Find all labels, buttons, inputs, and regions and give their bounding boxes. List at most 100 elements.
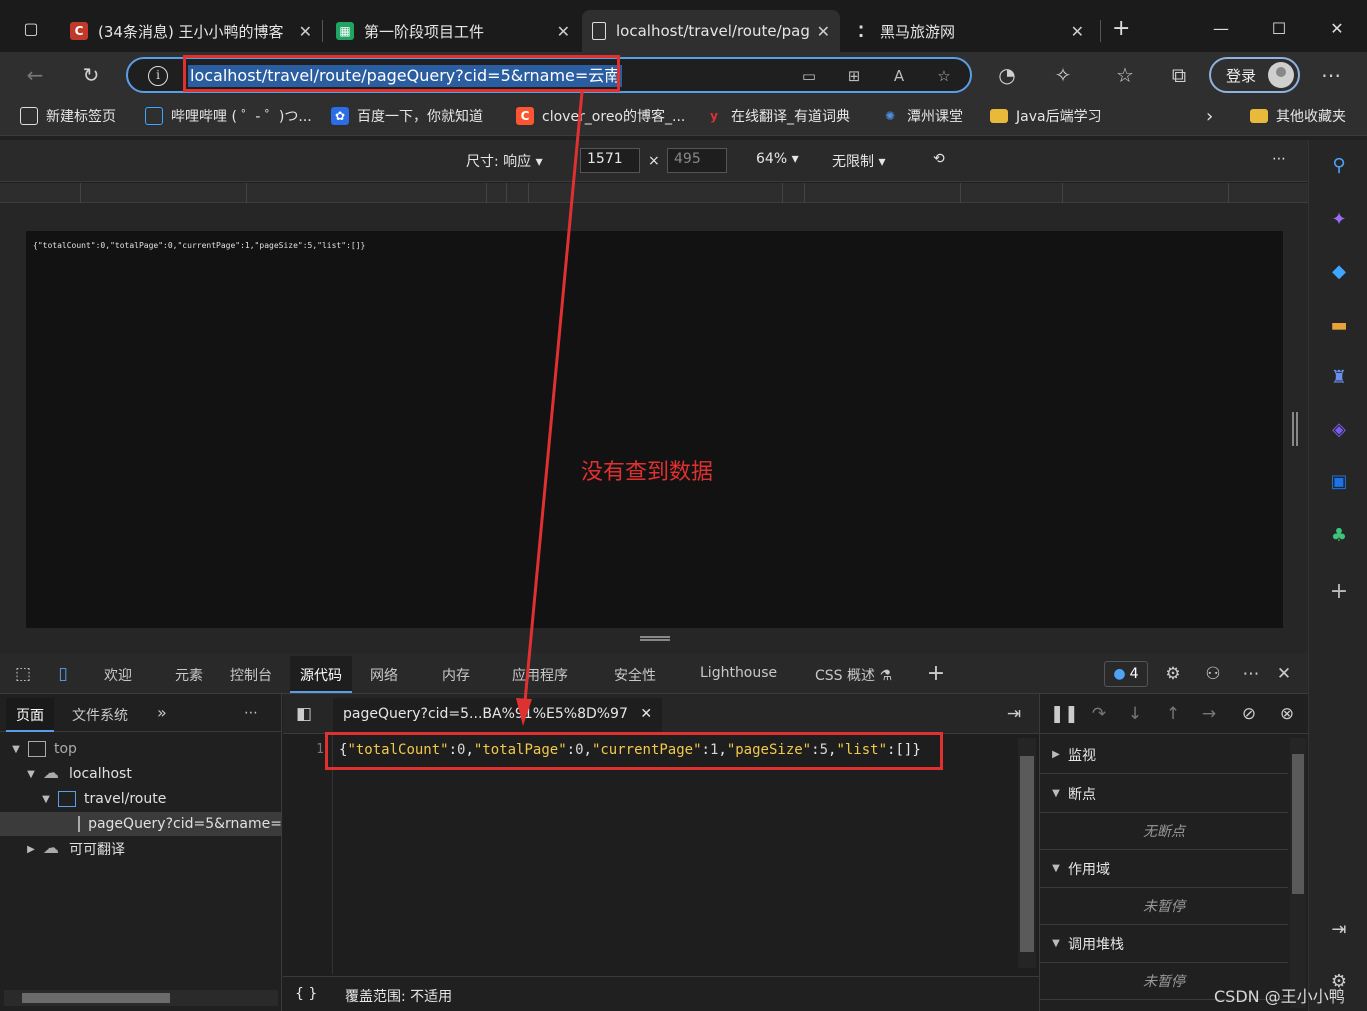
- step-icon[interactable]: →: [1198, 703, 1220, 725]
- bookmark-item[interactable]: ✿ 百度一下，你就知道: [331, 106, 483, 126]
- bookmark-item[interactable]: ✺ 潭州课堂: [881, 106, 963, 126]
- step-over-icon[interactable]: ↷: [1088, 703, 1110, 725]
- close-devtools-icon[interactable]: ✕: [1273, 663, 1295, 685]
- scrollbar-thumb[interactable]: [1020, 756, 1034, 952]
- tab-actions-icon[interactable]: ▢: [22, 20, 40, 38]
- resize-handle-horizontal[interactable]: [640, 636, 670, 641]
- navigator-scrollbar[interactable]: [4, 990, 278, 1006]
- favorites-icon[interactable]: ☆: [1112, 62, 1138, 88]
- games-icon[interactable]: ♜: [1327, 366, 1351, 390]
- bookmark-item[interactable]: 哔哩哔哩 ( ゜- ゜)つ...: [145, 106, 312, 126]
- read-aloud-icon[interactable]: A: [888, 65, 910, 87]
- tab-memory[interactable]: 内存: [442, 665, 470, 685]
- tab-sources[interactable]: 源代码: [290, 656, 352, 693]
- tree-item-file[interactable]: pageQuery?cid=5&rname=: [0, 812, 282, 836]
- new-tab-plus-icon[interactable]: +: [1112, 18, 1130, 40]
- add-favorite-icon[interactable]: ☆: [933, 65, 955, 87]
- tree-item-folder[interactable]: ▼ travel/route: [0, 787, 282, 811]
- tree-item-extension[interactable]: ▶ ☁ 可可翻译: [0, 837, 282, 861]
- close-window-icon[interactable]: ✕: [1328, 20, 1346, 38]
- browser-tab-active[interactable]: localhost/travel/route/page ✕: [582, 10, 840, 52]
- viewport-width-input[interactable]: 1571: [580, 148, 640, 173]
- editor-scrollbar[interactable]: [1018, 738, 1036, 968]
- incognito-glasses-icon[interactable]: ◔: [994, 62, 1020, 88]
- shopping-tag-icon[interactable]: ◆: [1327, 260, 1351, 284]
- device-emulation-icon[interactable]: ▯: [52, 663, 74, 685]
- device-more-icon[interactable]: ⋯: [1272, 151, 1286, 167]
- bookmark-item[interactable]: Cclover_oreo的博客_...: [516, 106, 685, 126]
- reload-icon[interactable]: ↻: [78, 62, 104, 88]
- viewport-height-input[interactable]: 495: [667, 148, 727, 173]
- tab-elements[interactable]: 元素: [175, 665, 203, 685]
- copilot-sparkle-icon[interactable]: ✦: [1327, 208, 1351, 232]
- other-favorites[interactable]: 其他收藏夹: [1250, 106, 1346, 126]
- inspect-element-icon[interactable]: ⬚: [12, 663, 34, 685]
- tools-briefcase-icon[interactable]: ▬: [1327, 314, 1351, 338]
- deactivate-breakpoints-icon[interactable]: ⊘: [1238, 703, 1260, 725]
- close-tab-icon[interactable]: ✕: [299, 22, 312, 41]
- extensions-puzzle-icon[interactable]: ✧: [1050, 62, 1076, 88]
- tab-filesystem[interactable]: 文件系统: [72, 705, 128, 725]
- close-tab-icon[interactable]: ✕: [557, 22, 570, 41]
- tab-console[interactable]: 控制台: [230, 665, 272, 685]
- editor-tab-file[interactable]: pageQuery?cid=5...BA%91%E5%8D%97 ✕: [333, 698, 663, 734]
- tab-lighthouse[interactable]: Lighthouse: [700, 665, 777, 681]
- tab-security[interactable]: 安全性: [614, 665, 656, 685]
- more-menu-icon[interactable]: ⋯: [1318, 62, 1344, 88]
- back-icon[interactable]: ←: [22, 62, 48, 88]
- tab-application[interactable]: 应用程序: [512, 665, 568, 685]
- tab-network[interactable]: 网络: [370, 665, 398, 685]
- devtools-more-icon[interactable]: ⋯: [1240, 663, 1262, 685]
- pause-on-exceptions-icon[interactable]: ⊗: [1276, 703, 1298, 725]
- dimensions-dropdown[interactable]: 尺寸: 响应 ▾: [466, 151, 543, 171]
- browser-tab-4[interactable]: ⁚ 黑马旅游网 ✕: [842, 12, 1094, 50]
- browser-tab-2[interactable]: ▦ 第一阶段项目工件 ✕: [326, 12, 580, 50]
- outlook-icon[interactable]: ▣: [1327, 470, 1351, 494]
- extensions-grid-icon[interactable]: ⊞: [843, 65, 865, 87]
- microsoft365-icon[interactable]: ◈: [1327, 418, 1351, 442]
- throttle-dropdown[interactable]: 无限制 ▾: [832, 151, 885, 171]
- issues-badge[interactable]: ● 4: [1104, 661, 1148, 687]
- more-tools-plus-icon[interactable]: +: [925, 663, 947, 685]
- tab-page[interactable]: 页面: [6, 698, 54, 732]
- connected-devices-icon[interactable]: ⚇: [1202, 663, 1224, 685]
- bookmark-item[interactable]: y 在线翻译_有道词典: [705, 106, 850, 126]
- section-callstack[interactable]: ▼ 调用堆栈: [1040, 925, 1288, 963]
- bookmark-item[interactable]: Java后端学习: [990, 106, 1102, 126]
- login-button[interactable]: 登录: [1209, 57, 1300, 93]
- app-available-icon[interactable]: ▭: [798, 65, 820, 87]
- step-into-icon[interactable]: ↓: [1124, 703, 1146, 725]
- scrollbar-thumb[interactable]: [22, 993, 170, 1003]
- resize-handle-vertical[interactable]: [1292, 412, 1298, 446]
- toggle-navigator-icon[interactable]: ◧: [293, 703, 315, 725]
- add-sidebar-app-icon[interactable]: +: [1327, 580, 1351, 604]
- close-tab-icon[interactable]: ✕: [1071, 22, 1084, 41]
- navigator-more-icon[interactable]: ⋯: [244, 705, 258, 721]
- close-tab-icon[interactable]: ✕: [817, 22, 830, 41]
- maximize-icon[interactable]: ☐: [1270, 20, 1288, 38]
- bookmark-item[interactable]: 新建标签页: [20, 106, 116, 126]
- section-breakpoints[interactable]: ▼ 断点: [1040, 775, 1288, 813]
- hide-sidebar-icon[interactable]: ⇥: [1327, 918, 1351, 942]
- section-watch[interactable]: ▶ 监视: [1040, 736, 1288, 774]
- scrollbar-thumb[interactable]: [1292, 754, 1304, 894]
- tree-item-top[interactable]: ▼ top: [0, 737, 282, 761]
- more-tabs-chevron-icon[interactable]: »: [157, 703, 167, 722]
- more-bookmarks-chevron-icon[interactable]: ›: [1206, 106, 1213, 127]
- section-scope[interactable]: ▼ 作用域: [1040, 850, 1288, 888]
- rotate-icon[interactable]: ⟲: [933, 151, 945, 167]
- zoom-dropdown[interactable]: 64% ▾: [756, 151, 799, 167]
- search-icon[interactable]: ⚲: [1327, 154, 1351, 178]
- pretty-print-braces[interactable]: { }: [295, 986, 317, 1002]
- collections-icon[interactable]: ⧉: [1166, 62, 1192, 88]
- pause-icon[interactable]: ❚❚: [1050, 703, 1079, 725]
- toggle-debugger-icon[interactable]: ⇥: [1003, 703, 1025, 725]
- close-file-icon[interactable]: ✕: [640, 706, 652, 722]
- devtools-settings-gear-icon[interactable]: ⚙: [1162, 663, 1184, 685]
- step-out-icon[interactable]: ↑: [1162, 703, 1184, 725]
- debugger-scrollbar[interactable]: [1290, 738, 1306, 1008]
- tree-item-localhost[interactable]: ▼ ☁ localhost: [0, 762, 282, 786]
- tab-welcome[interactable]: 欢迎: [104, 665, 132, 685]
- site-info-icon[interactable]: i: [148, 66, 168, 86]
- minimize-icon[interactable]: —: [1212, 20, 1230, 38]
